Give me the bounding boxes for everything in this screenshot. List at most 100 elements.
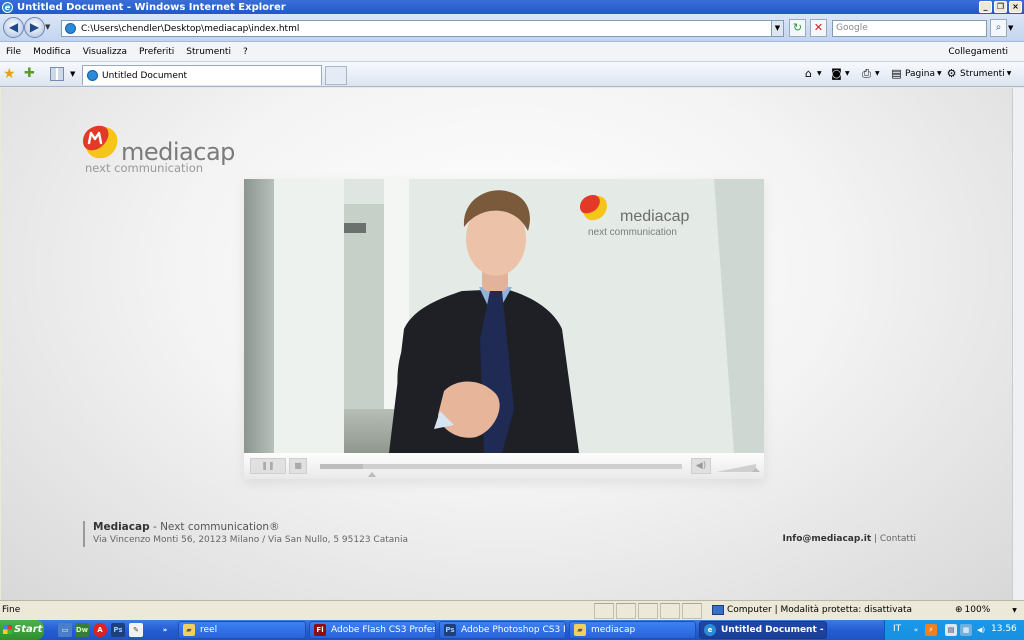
refresh-icon: ↻ [792, 21, 803, 34]
search-button[interactable]: ⌕ [990, 19, 1007, 37]
restore-button[interactable]: ❐ [994, 1, 1007, 13]
menu-help[interactable]: ? [237, 47, 254, 57]
tab-bar: ★ ✚ ▼ Untitled Document ⌂ ▼ ◙ ▼ ⎙ ▼ ▤ Pagina… [0, 62, 1024, 87]
history-dropdown[interactable]: ▼ [45, 23, 53, 31]
mediacap-logo-icon [83, 125, 118, 159]
stop-playback-button[interactable]: ■ [289, 458, 307, 474]
menu-preferiti[interactable]: Preferiti [133, 47, 180, 57]
menu-modifica[interactable]: Modifica [27, 47, 77, 57]
taskbar-item-flash[interactable]: Fl Adobe Flash CS3 Profess... [309, 621, 436, 639]
page-menu-button[interactable]: ▤ Pagina ▼ [890, 67, 941, 80]
notepad-icon[interactable]: ✎ [129, 623, 143, 637]
window-title: Untitled Document - Windows Internet Exp… [17, 1, 286, 13]
tab-untitled-document[interactable]: Untitled Document [82, 65, 322, 85]
page-icon: ▤ [891, 67, 902, 80]
forward-button[interactable]: ▶ [24, 17, 45, 38]
footer-contacts: Info@mediacap.it | Contatti [783, 534, 916, 544]
folder-icon: ▰ [574, 624, 586, 636]
page-icon [65, 23, 76, 34]
menu-visualizza[interactable]: Visualizza [77, 47, 133, 57]
print-button[interactable]: ⎙ ▼ [860, 67, 880, 80]
progress-fill [320, 464, 364, 469]
tray-expand-icon[interactable]: « [910, 624, 922, 636]
magnifier-icon: ⌕ [995, 22, 1002, 33]
photoshop-icon[interactable]: Ps [111, 623, 125, 637]
menu-file[interactable]: File [0, 47, 27, 57]
footer-separator: | [871, 534, 880, 544]
email-link[interactable]: Info@mediacap.it [783, 534, 872, 544]
network-icon[interactable]: ▤ [945, 624, 957, 636]
pause-button[interactable]: ❚❚ [250, 458, 286, 474]
video-player: mediacap next communication ❚❚ ■ ◀) [244, 179, 764, 479]
add-favorite-icon[interactable]: ✚ [24, 66, 35, 81]
links-toolbar[interactable]: Collegamenti [942, 47, 1024, 57]
task-label: reel [200, 625, 218, 635]
rss-icon: ◙ [831, 67, 842, 80]
security-zone[interactable]: Computer | Modalità protetta: disattivat… [712, 605, 912, 615]
language-indicator[interactable]: IT [893, 624, 901, 634]
feeds-button[interactable]: ◙ ▼ [830, 67, 849, 80]
video-frame[interactable]: mediacap next communication [244, 179, 764, 453]
video-image: mediacap next communication [244, 179, 764, 453]
quick-tabs-icon[interactable] [50, 67, 64, 81]
tab-list-dropdown[interactable]: ▼ [70, 70, 75, 78]
progress-bar[interactable] [320, 464, 682, 469]
favorites-star-icon[interactable]: ★ [3, 66, 16, 82]
address-input[interactable]: C:\Users\chendler\Desktop\mediacap\index… [61, 20, 784, 37]
dreamweaver-icon[interactable]: Dw [75, 623, 89, 637]
back-button[interactable]: ◀ [3, 17, 24, 38]
network-icon[interactable]: ▦ [960, 624, 972, 636]
volume-button[interactable]: ◀) [691, 458, 711, 474]
vertical-scrollbar[interactable] [1012, 88, 1024, 600]
status-bar: Fine Computer | Modalità protetta: disat… [0, 600, 1024, 620]
taskbar-item-ie[interactable]: e Untitled Document - ... [699, 621, 827, 639]
speaker-icon[interactable]: ◀) [975, 624, 987, 636]
taskbar-item-reel[interactable]: ▰ reel [178, 621, 306, 639]
start-label: Start [14, 624, 43, 635]
zoom-control[interactable]: ⊕ 100% ▼ [955, 605, 1017, 615]
menu-bar: File Modifica Visualizza Preferiti Strum… [0, 42, 1024, 62]
contacts-link[interactable]: Contatti [880, 534, 916, 544]
stop-icon: ■ [294, 461, 302, 470]
refresh-button[interactable]: ↻ [789, 19, 806, 37]
taskbar-item-photoshop[interactable]: Ps Adobe Photoshop CS3 E... [439, 621, 566, 639]
status-segment [594, 603, 614, 619]
ie-icon: e [704, 624, 716, 636]
home-button[interactable]: ⌂ ▼ [802, 67, 822, 80]
tools-menu-button[interactable]: ⚙ Strumenti ▼ [945, 67, 1012, 80]
start-button[interactable]: Start [0, 620, 44, 640]
address-dropdown[interactable]: ▼ [771, 21, 783, 36]
close-button[interactable]: × [1009, 1, 1022, 13]
task-label: Untitled Document - ... [721, 625, 827, 635]
address-toolbar: ◀ ▶ ▼ C:\Users\chendler\Desktop\mediacap… [0, 14, 1024, 42]
page-icon [87, 70, 98, 81]
page-label: Pagina [905, 68, 935, 79]
search-input[interactable]: Google [832, 20, 987, 37]
minimize-button[interactable]: _ [979, 1, 992, 13]
photoshop-icon: Ps [444, 624, 456, 636]
stop-x-icon: ✕ [813, 21, 824, 34]
task-label: Adobe Photoshop CS3 E... [461, 625, 566, 635]
windows-logo-icon [3, 625, 12, 634]
tray-app-icon[interactable]: ⚡ [925, 624, 937, 636]
footer-address: Via Vincenzo Monti 56, 20123 Milano / Vi… [93, 535, 408, 545]
quicklaunch-overflow-icon[interactable]: » [158, 623, 172, 637]
folder-icon: ▰ [183, 624, 195, 636]
volume-slider[interactable] [716, 461, 760, 473]
footer-divider [83, 521, 85, 547]
search-dropdown[interactable]: ▼ [1008, 24, 1013, 32]
zoom-icon: ⊕ [955, 605, 963, 615]
taskbar-item-mediacap[interactable]: ▰ mediacap [569, 621, 696, 639]
task-label: mediacap [591, 625, 636, 635]
pause-icon: ❚❚ [261, 461, 275, 470]
new-tab-button[interactable] [325, 66, 347, 85]
menu-strumenti[interactable]: Strumenti [180, 47, 237, 57]
status-segment [616, 603, 636, 619]
stop-button[interactable]: ✕ [810, 19, 827, 37]
show-desktop-icon[interactable]: ▭ [58, 623, 72, 637]
footer-company: Mediacap - Next communication® [93, 521, 280, 533]
player-controls: ❚❚ ■ ◀) [244, 453, 764, 479]
status-segment [638, 603, 658, 619]
acrobat-icon[interactable]: A [93, 623, 107, 637]
seek-handle-icon[interactable] [368, 472, 376, 477]
